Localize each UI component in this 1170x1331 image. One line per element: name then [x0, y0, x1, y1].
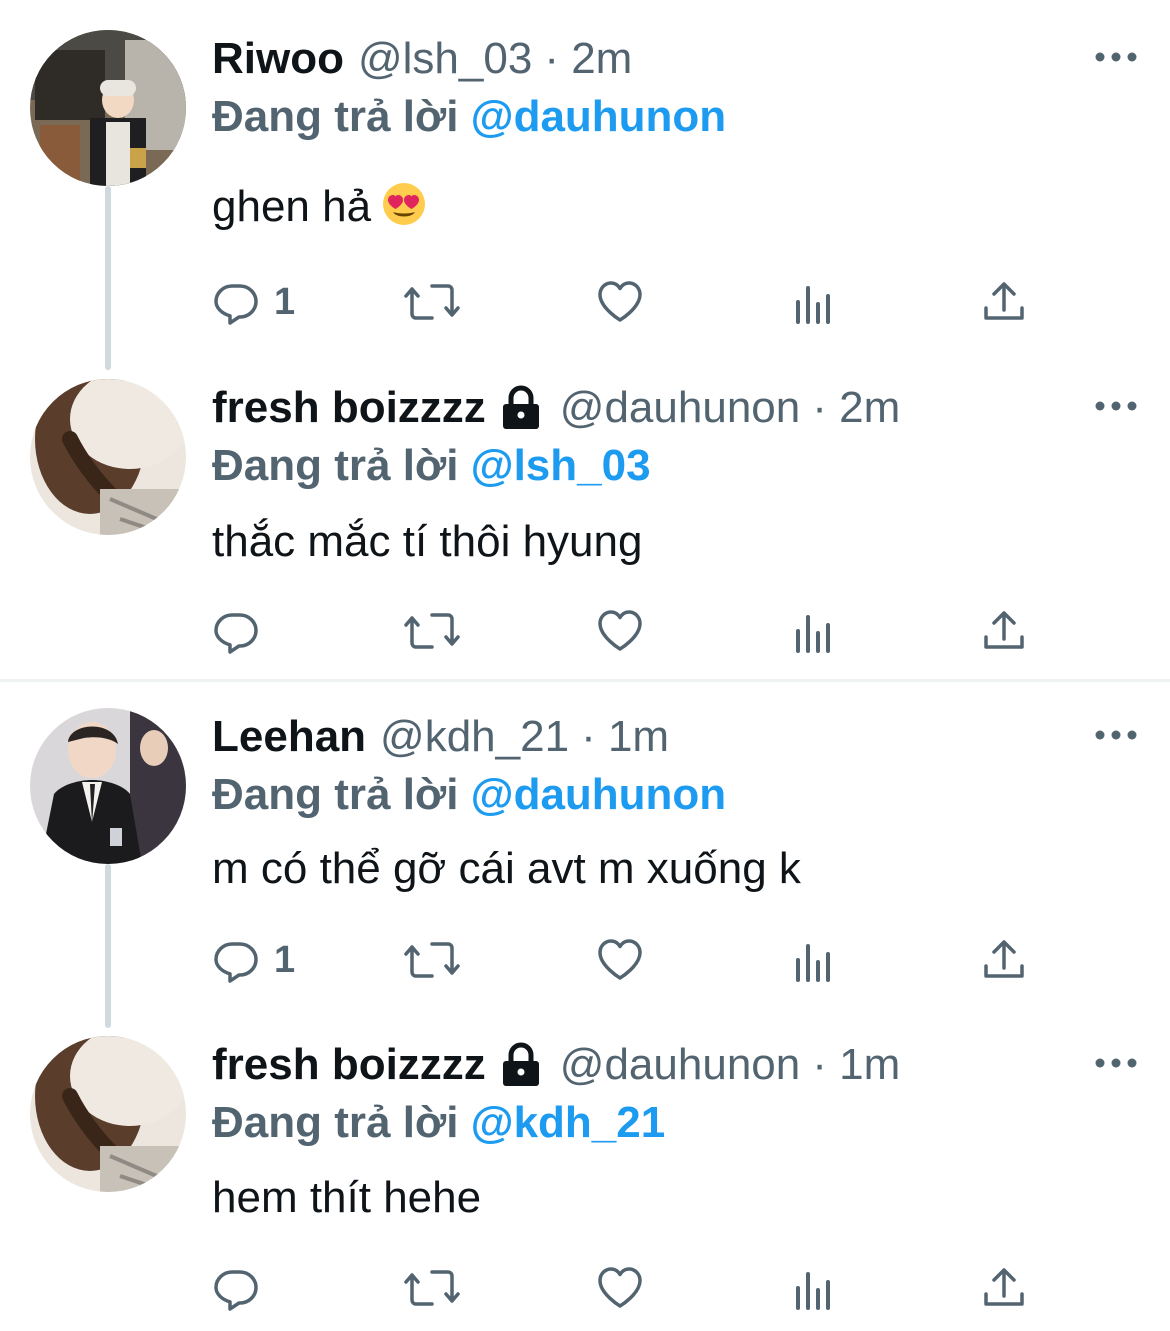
replying-to-label: Đang trả lời — [212, 770, 459, 819]
retweet-icon — [404, 942, 460, 978]
tweet-actions: 1 — [212, 272, 1052, 332]
share-icon — [984, 1268, 1024, 1306]
display-name[interactable]: fresh boizzzz — [212, 382, 486, 434]
share-button[interactable] — [980, 601, 1028, 661]
tweet[interactable]: Leehan @kdh_21 · 1m Đang trả lời @dauhun… — [0, 678, 1170, 1018]
heart-eyes-emoji — [381, 181, 427, 227]
tweet-text: ghen hả — [212, 181, 427, 233]
lock-icon — [498, 385, 544, 431]
tweet-text-content: ghen hả — [212, 182, 372, 231]
share-button[interactable] — [980, 930, 1028, 990]
views-button[interactable] — [790, 930, 838, 990]
display-name[interactable]: fresh boizzzz — [212, 1039, 486, 1091]
replying-to-label: Đang trả lời — [212, 1098, 459, 1147]
user-handle[interactable]: @kdh_21 — [380, 711, 569, 763]
reply-icon — [214, 1270, 258, 1311]
reply-button[interactable]: 1 — [212, 930, 295, 990]
timestamp[interactable]: · 2m — [544, 33, 632, 85]
avatar[interactable] — [30, 30, 186, 186]
reply-button[interactable] — [212, 1258, 274, 1318]
timestamp[interactable]: · 1m — [581, 711, 669, 763]
share-icon — [984, 940, 1024, 978]
replying-to: Đang trả lời @dauhunon — [212, 91, 726, 143]
like-button[interactable] — [596, 930, 644, 990]
views-button[interactable] — [790, 1258, 838, 1318]
retweet-button[interactable] — [402, 601, 462, 661]
tweet-actions: 1 — [212, 930, 1052, 990]
replying-to: Đang trả lời @dauhunon — [212, 769, 726, 821]
user-handle[interactable]: @dauhunon — [560, 1039, 800, 1091]
replying-to-label: Đang trả lời — [212, 441, 459, 490]
mention-link[interactable]: @dauhunon — [471, 770, 727, 819]
reply-icon — [214, 613, 258, 654]
replying-to: Đang trả lời @kdh_21 — [212, 1097, 665, 1149]
views-icon — [796, 286, 830, 324]
retweet-button[interactable] — [402, 1258, 462, 1318]
tweet-header: Riwoo @lsh_03 · 2m — [212, 33, 632, 85]
like-icon — [598, 281, 642, 322]
avatar[interactable] — [30, 708, 186, 864]
tweet-header: Leehan @kdh_21 · 1m — [212, 711, 669, 763]
retweet-icon — [404, 284, 460, 320]
replying-to-label: Đang trả lời — [212, 92, 459, 141]
tweet-text: m có thể gỡ cái avt m xuống k — [212, 844, 801, 893]
share-icon — [984, 282, 1024, 320]
like-icon — [598, 1267, 642, 1308]
like-icon — [598, 610, 642, 651]
share-button[interactable] — [980, 1258, 1028, 1318]
tweet-actions — [212, 1258, 1052, 1318]
tweet-text: hem thít hehe — [212, 1173, 482, 1222]
views-icon — [796, 944, 830, 982]
more-icon[interactable] — [1092, 42, 1140, 72]
avatar[interactable] — [30, 1036, 186, 1192]
reply-icon — [214, 942, 258, 983]
tweet-text: thắc mắc tí thôi hyung — [212, 517, 643, 566]
reply-count: 1 — [274, 280, 296, 323]
views-button[interactable] — [790, 272, 838, 332]
reply-count: 1 — [274, 938, 296, 981]
avatar[interactable] — [30, 379, 186, 535]
reply-icon — [214, 284, 258, 325]
more-icon[interactable] — [1092, 391, 1140, 421]
reply-button[interactable] — [212, 601, 274, 661]
like-button[interactable] — [596, 1258, 644, 1318]
tweet[interactable]: fresh boizzzz @dauhunon · 2m Đang trả lờ… — [0, 349, 1170, 679]
tweet-header: fresh boizzzz @dauhunon · 1m — [212, 1039, 900, 1091]
mention-link[interactable]: @lsh_03 — [471, 441, 651, 490]
display-name[interactable]: Riwoo — [212, 33, 344, 85]
tweet-header: fresh boizzzz @dauhunon · 2m — [212, 382, 900, 434]
retweet-button[interactable] — [402, 930, 462, 990]
retweet-icon — [404, 613, 460, 649]
retweet-button[interactable] — [402, 272, 462, 332]
tweet[interactable]: Riwoo @lsh_03 · 2m Đang trả lời @dauhuno… — [0, 0, 1170, 340]
like-button[interactable] — [596, 272, 644, 332]
timestamp[interactable]: · 1m — [812, 1039, 900, 1091]
like-button[interactable] — [596, 601, 644, 661]
tweet[interactable]: fresh boizzzz @dauhunon · 1m Đang trả lờ… — [0, 1006, 1170, 1331]
like-icon — [598, 939, 642, 980]
more-icon[interactable] — [1092, 1048, 1140, 1078]
share-icon — [984, 611, 1024, 649]
mention-link[interactable]: @dauhunon — [471, 92, 727, 141]
timestamp[interactable]: · 2m — [812, 382, 900, 434]
reply-button[interactable]: 1 — [212, 272, 295, 332]
lock-icon — [498, 1042, 544, 1088]
tweet-actions — [212, 601, 1052, 661]
share-button[interactable] — [980, 272, 1028, 332]
mention-link[interactable]: @kdh_21 — [471, 1098, 666, 1147]
views-icon — [796, 615, 830, 653]
replying-to: Đang trả lời @lsh_03 — [212, 440, 651, 492]
display-name[interactable]: Leehan — [212, 711, 366, 763]
user-handle[interactable]: @lsh_03 — [358, 33, 532, 85]
retweet-icon — [404, 1270, 460, 1306]
user-handle[interactable]: @dauhunon — [560, 382, 800, 434]
views-icon — [796, 1272, 830, 1310]
more-icon[interactable] — [1092, 720, 1140, 750]
views-button[interactable] — [790, 601, 838, 661]
